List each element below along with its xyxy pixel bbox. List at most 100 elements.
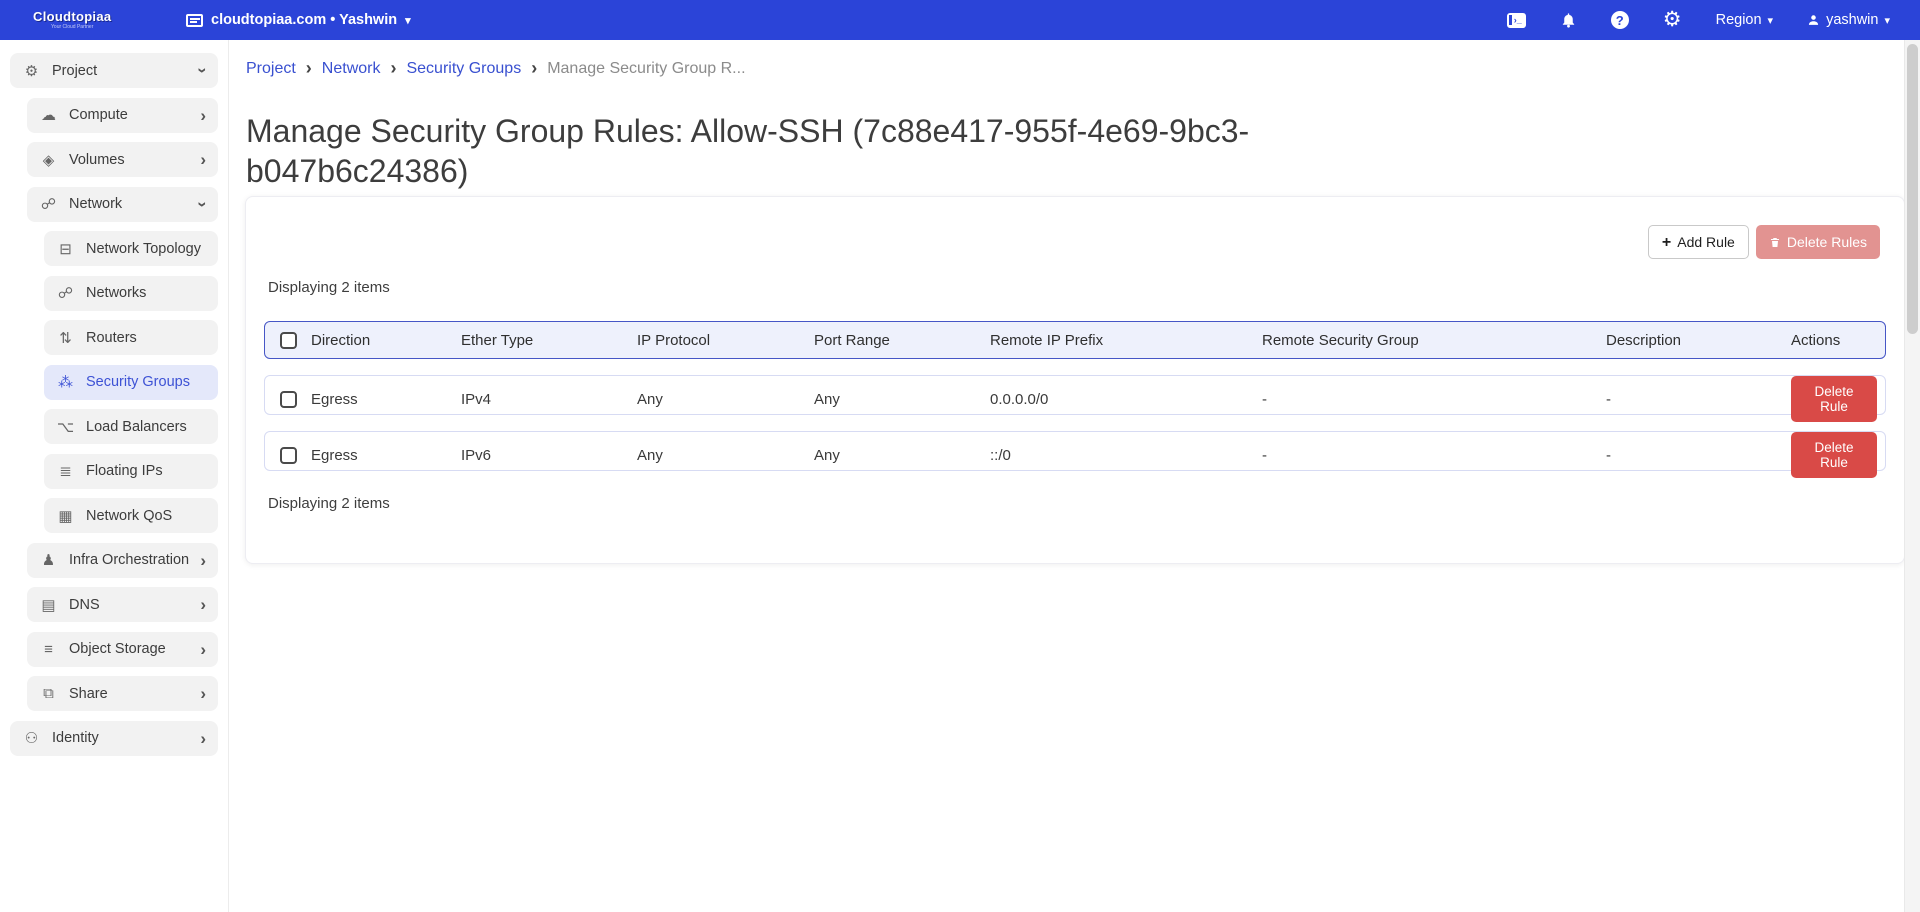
- share-files-icon: ⧉: [39, 685, 58, 702]
- user-name-label: yashwin: [1826, 12, 1878, 28]
- breadcrumb-current: Manage Security Group R...: [547, 60, 745, 78]
- sidebar-item-volumes[interactable]: ◈ Volumes: [27, 142, 218, 177]
- region-dropdown[interactable]: Region: [1716, 12, 1773, 28]
- column-header-direction: Direction: [311, 332, 461, 349]
- sidebar-item-label: Object Storage: [69, 641, 166, 657]
- brand-logo[interactable]: Cloudtopiaa Your Cloud Partner: [33, 10, 111, 30]
- sidebar-item-infra-orchestration[interactable]: ♟ Infra Orchestration: [27, 543, 218, 578]
- plus-icon: [1662, 234, 1671, 250]
- row-checkbox[interactable]: [280, 391, 297, 408]
- sidebar-item-networks[interactable]: ☍ Networks: [44, 276, 218, 311]
- sidebar-item-label: Networks: [86, 285, 146, 301]
- help-icon[interactable]: [1611, 11, 1629, 29]
- breadcrumb-link-project[interactable]: Project: [246, 60, 296, 78]
- items-count-top: Displaying 2 items: [268, 279, 390, 296]
- page-title: Manage Security Group Rules: Allow-SSH (…: [246, 111, 1396, 191]
- sidebar-item-project[interactable]: ⚙ Project: [10, 53, 218, 88]
- cell-remote-security-group: -: [1262, 447, 1606, 464]
- sidebar-item-load-balancers[interactable]: ⌥ Load Balancers: [44, 409, 218, 444]
- sidebar-item-routers[interactable]: ⇅ Routers: [44, 320, 218, 355]
- sidebar-item-share[interactable]: ⧉ Share: [27, 676, 218, 711]
- column-header-remote-ip-prefix: Remote IP Prefix: [990, 332, 1262, 349]
- sidebar-item-label: Compute: [69, 107, 128, 123]
- delete-rule-button[interactable]: Delete Rule: [1791, 432, 1877, 478]
- console-icon[interactable]: [1507, 13, 1526, 28]
- dns-server-icon: ▤: [39, 596, 58, 614]
- add-rule-button[interactable]: Add Rule: [1648, 225, 1749, 259]
- chevron-right-icon: [200, 151, 206, 168]
- delete-rules-button[interactable]: Delete Rules: [1756, 225, 1880, 259]
- domain-project-dropdown[interactable]: cloudtopiaa.com • Yashwin: [186, 0, 411, 40]
- sidebar-item-dns[interactable]: ▤ DNS: [27, 587, 218, 622]
- column-header-remote-security-group: Remote Security Group: [1262, 332, 1606, 349]
- trash-icon: [1769, 236, 1781, 249]
- cube-icon: ◈: [39, 151, 58, 169]
- cell-remote-ip-prefix: 0.0.0.0/0: [990, 391, 1262, 408]
- items-count-bottom: Displaying 2 items: [268, 495, 390, 512]
- load-balancer-icon: ⌥: [56, 418, 75, 436]
- scrollbar: [1904, 40, 1920, 912]
- sidebar-item-network[interactable]: ☍ Network: [27, 187, 218, 222]
- chevron-right-icon: [200, 641, 206, 658]
- chevron-right-icon: [200, 596, 206, 613]
- user-menu-dropdown[interactable]: yashwin: [1807, 12, 1890, 28]
- rules-table: Direction Ether Type IP Protocol Port Ra…: [264, 321, 1886, 471]
- breadcrumb-link-security-groups[interactable]: Security Groups: [406, 60, 521, 78]
- settings-gear-icon[interactable]: [1663, 10, 1682, 30]
- scrollbar-thumb[interactable]: [1907, 44, 1918, 334]
- sidebar-item-label: Routers: [86, 330, 137, 346]
- security-group-icon: ⁂: [56, 373, 75, 391]
- column-header-port-range: Port Range: [814, 332, 990, 349]
- sidebar-item-label: Network Topology: [86, 241, 201, 257]
- sidebar-item-label: Identity: [52, 730, 99, 746]
- sidebar-item-identity[interactable]: ⚇ Identity: [10, 721, 218, 756]
- column-header-ip-protocol: IP Protocol: [637, 332, 814, 349]
- sidebar-item-compute[interactable]: ☁ Compute: [27, 98, 218, 133]
- column-header-ether-type: Ether Type: [461, 332, 637, 349]
- cell-direction: Egress: [311, 391, 461, 408]
- table-row: Egress IPv4 Any Any 0.0.0.0/0 - - Delete…: [264, 375, 1886, 415]
- chevron-down-icon: [405, 12, 411, 28]
- column-header-description: Description: [1606, 332, 1791, 349]
- chevron-down-icon: [1884, 12, 1890, 28]
- delete-rule-button[interactable]: Delete Rule: [1791, 376, 1877, 422]
- breadcrumb-link-network[interactable]: Network: [322, 60, 381, 78]
- add-rule-label: Add Rule: [1677, 234, 1735, 250]
- sidebar-item-label: Project: [52, 63, 97, 79]
- user-avatar-icon: [1807, 13, 1820, 27]
- sidebar-item-label: Floating IPs: [86, 463, 163, 479]
- sidebar-item-security-groups[interactable]: ⁂ Security Groups: [44, 365, 218, 400]
- cloud-icon: ☁: [39, 106, 58, 124]
- topbar: Cloudtopiaa Your Cloud Partner cloudtopi…: [0, 0, 1920, 40]
- sidebar-item-network-topology[interactable]: ⊟ Network Topology: [44, 231, 218, 266]
- sidebar-item-object-storage[interactable]: ≡ Object Storage: [27, 632, 218, 667]
- sidebar-item-label: Load Balancers: [86, 419, 187, 435]
- sidebar-item-label: Network: [69, 196, 122, 212]
- network-nodes-icon: ☍: [56, 284, 75, 302]
- notifications-bell-icon[interactable]: [1560, 11, 1577, 30]
- region-label: Region: [1716, 12, 1762, 28]
- brand-tagline: Your Cloud Partner: [51, 25, 93, 30]
- sidebar-item-floating-ips[interactable]: ≣ Floating IPs: [44, 454, 218, 489]
- cell-direction: Egress: [311, 447, 461, 464]
- delete-rules-label: Delete Rules: [1787, 234, 1867, 250]
- chevron-right-icon: [390, 58, 396, 79]
- cell-remote-security-group: -: [1262, 391, 1606, 408]
- cell-port-range: Any: [814, 447, 990, 464]
- network-nodes-icon: ☍: [39, 195, 58, 213]
- cell-ether-type: IPv4: [461, 391, 637, 408]
- sidebar-item-label: Security Groups: [86, 374, 190, 390]
- qos-briefcase-icon: ▦: [56, 507, 75, 525]
- cell-description: -: [1606, 391, 1791, 408]
- sidebar-item-network-qos[interactable]: ▦ Network QoS: [44, 498, 218, 533]
- table-row: Egress IPv6 Any Any ::/0 - - Delete Rule: [264, 431, 1886, 471]
- chevron-right-icon: [200, 107, 206, 124]
- sidebar-item-label: Volumes: [69, 152, 125, 168]
- column-header-actions: Actions: [1791, 332, 1885, 349]
- cell-ether-type: IPv6: [461, 447, 637, 464]
- chevron-down-icon: [195, 201, 212, 207]
- select-all-checkbox[interactable]: [280, 332, 297, 349]
- row-checkbox[interactable]: [280, 447, 297, 464]
- rules-toolbar: Add Rule Delete Rules: [1648, 225, 1880, 259]
- chevron-right-icon: [200, 685, 206, 702]
